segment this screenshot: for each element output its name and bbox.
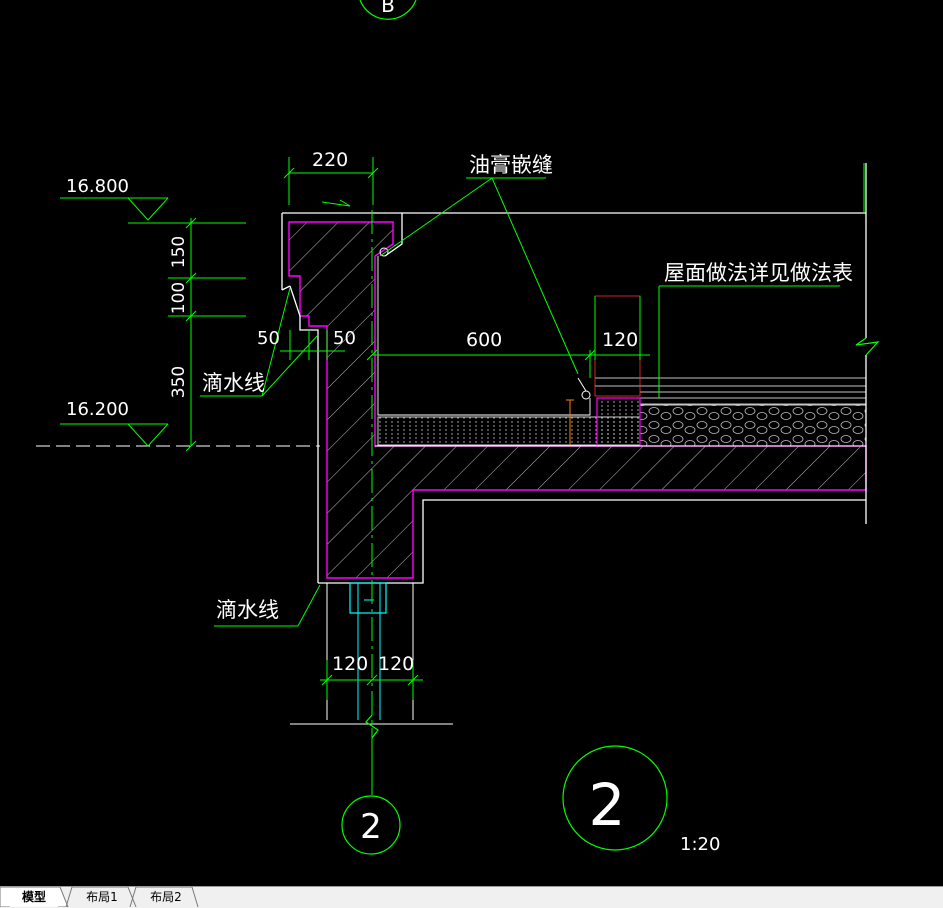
cad-drawing-canvas[interactable]: B 2 2 1:20 16.800 16.200 220 150 100 350… [0, 0, 943, 886]
dim-600: 600 [466, 329, 502, 351]
dim-120-bot-left: 120 [332, 653, 368, 675]
axis-label-top: B [381, 0, 395, 17]
axis-bubble-top: B [359, 0, 417, 20]
detail-scale: 1:20 [680, 834, 720, 855]
dim-100: 100 [169, 282, 189, 314]
label-roof-note: 屋面做法详见做法表 [664, 261, 853, 285]
axis-label-bottom: 2 [360, 807, 382, 847]
dim-220: 220 [312, 149, 348, 171]
dim-50-left: 50 [257, 328, 280, 349]
level-bottom-label: 16.200 [66, 399, 129, 420]
level-top-label: 16.800 [66, 176, 129, 197]
tab-model[interactable]: 模型 [10, 888, 58, 907]
break-line-right [855, 337, 880, 356]
dim-50-right: 50 [333, 328, 356, 349]
label-drip-lower: 滴水线 [216, 598, 279, 622]
detail-number: 2 [589, 771, 626, 839]
dim-120-top: 120 [602, 329, 638, 351]
label-sealant: 油膏嵌缝 [469, 153, 553, 177]
dim-350: 350 [169, 366, 189, 398]
label-drip-upper: 滴水线 [202, 371, 265, 395]
layout-tab-bar: 模型 布局1 布局2 [0, 886, 943, 908]
detail-bubble: 2 1:20 [562, 745, 720, 855]
tab-layout2[interactable]: 布局2 [140, 888, 192, 907]
axis-bubble-bottom: 2 [341, 795, 401, 855]
dim-120-bot-right: 120 [378, 653, 414, 675]
tab-layout1[interactable]: 布局1 [76, 888, 128, 907]
dim-150: 150 [169, 236, 189, 268]
